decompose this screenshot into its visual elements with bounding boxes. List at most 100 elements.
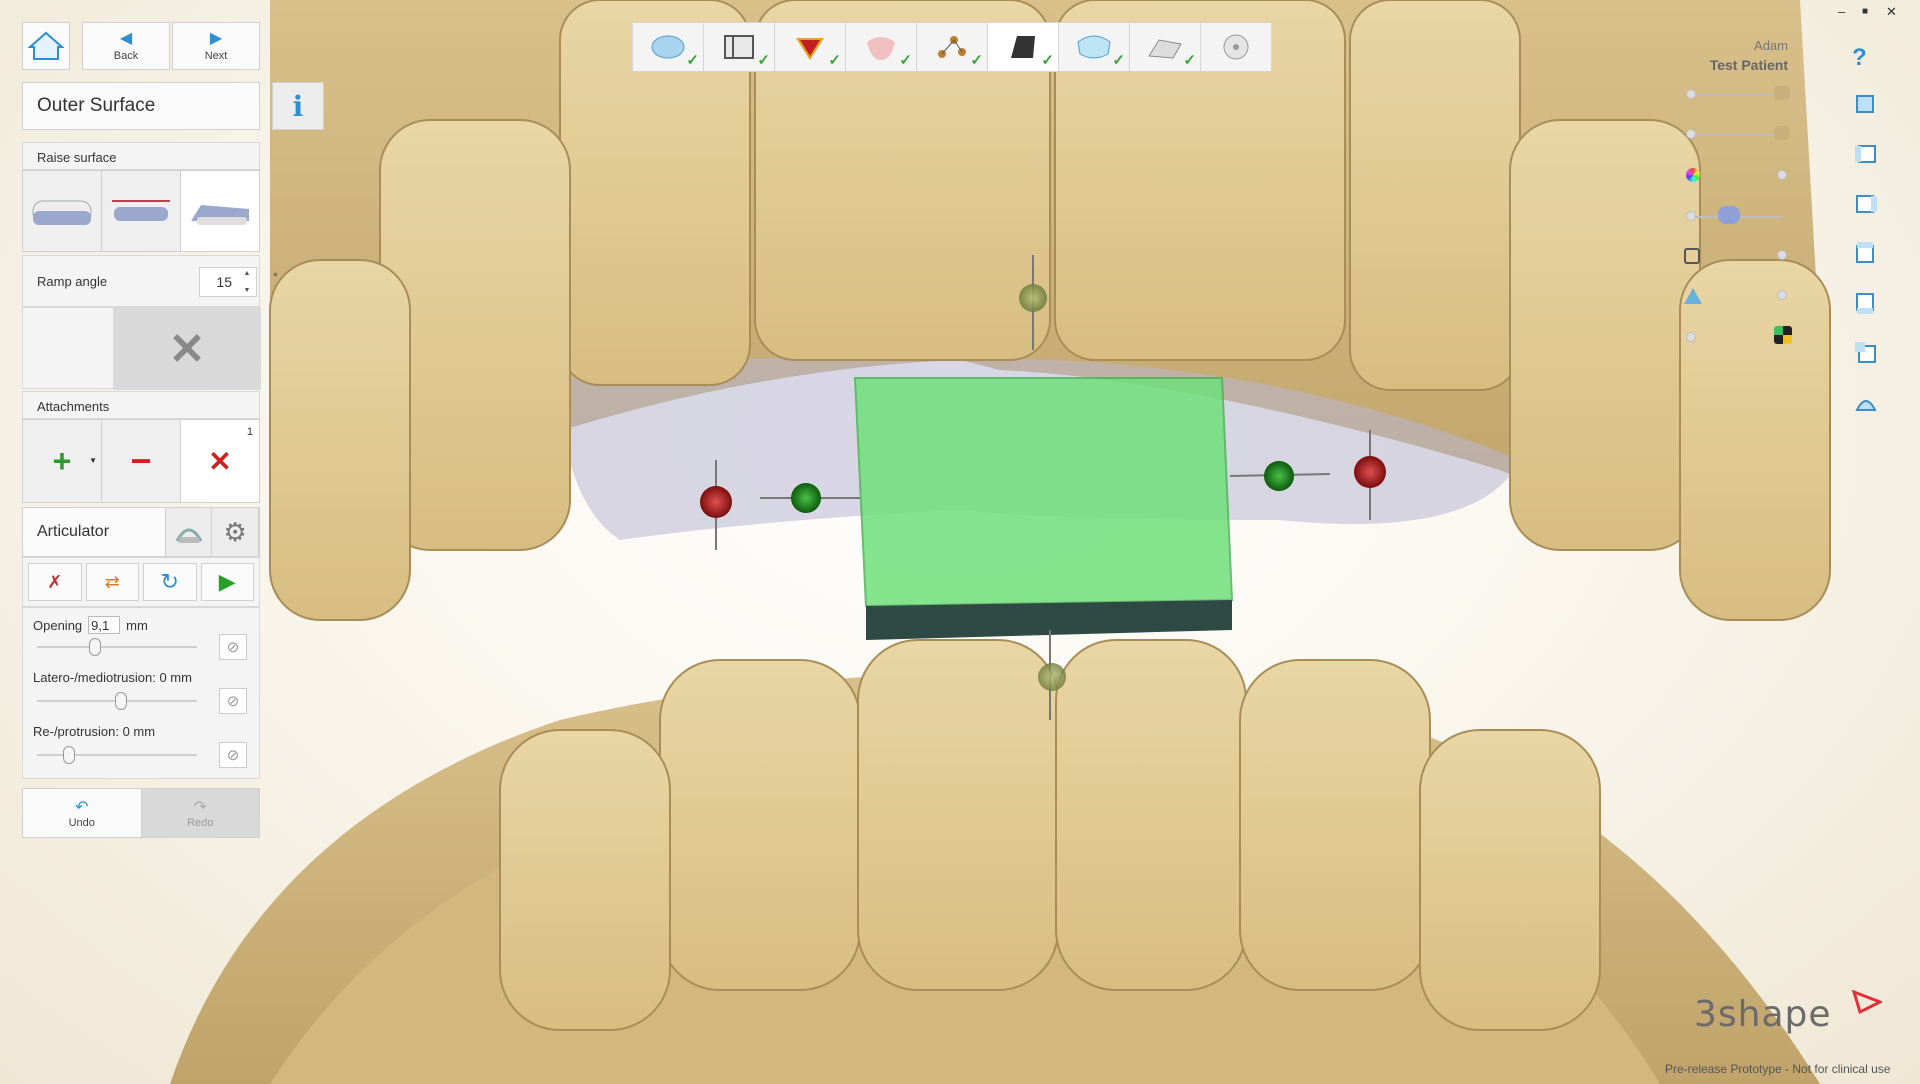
protrusion-slider-thumb[interactable] (63, 746, 75, 764)
protrusion-slider[interactable] (37, 754, 197, 756)
prerelease-note: Pre-release Prototype - Not for clinical… (1665, 1062, 1891, 1076)
view-right-icon (1856, 195, 1877, 213)
ramp-angle-value: 15 (216, 274, 232, 290)
ramp-angle-unit: ° (273, 270, 278, 284)
lower-visibility-slider[interactable] (1692, 134, 1782, 136)
maximize-button[interactable]: ■ (1862, 6, 1868, 17)
play-button[interactable]: ▶ (200, 563, 254, 601)
swap-jaws-button[interactable]: ⇄ (85, 563, 139, 601)
disc-icon (1223, 34, 1249, 60)
ramp-angle-stepper[interactable]: ▲ ▼ (240, 270, 254, 294)
patient-last-name: Test Patient (1709, 57, 1788, 73)
lower-visibility-thumb[interactable] (1686, 129, 1696, 139)
workflow-step-plane[interactable]: ✓ (1129, 22, 1201, 72)
workflow-step-save[interactable] (1200, 22, 1272, 72)
view-bottom-button[interactable] (1853, 290, 1879, 316)
plane-icon (1148, 39, 1182, 59)
check-icon: ✓ (1183, 52, 1196, 69)
outer-surface-visibility-thumb[interactable] (1718, 206, 1740, 224)
refresh-icon: ↻ (160, 569, 179, 594)
minimize-button[interactable]: – (1838, 4, 1845, 19)
latero-label: Latero-/mediotrusion: 0 mm (33, 670, 192, 685)
opening-row: Opening 9,1 mm (33, 616, 148, 634)
workflow-step-outer-surface[interactable]: ✓ (1058, 22, 1130, 72)
undo-redo-row: ↶ Undo ↷ Redo (22, 788, 260, 838)
scan-icon[interactable] (1684, 248, 1700, 264)
next-button[interactable]: ▶ Next (172, 22, 260, 70)
check-icon: ✓ (899, 52, 912, 69)
home-icon (28, 31, 64, 60)
plane-toggle[interactable] (1777, 290, 1787, 300)
raise-plane-button[interactable] (102, 171, 181, 251)
undo-button[interactable]: ↶ Undo (23, 789, 141, 837)
attachment-toggle[interactable] (1686, 332, 1696, 342)
block-icon (1011, 36, 1035, 58)
scan-toggle[interactable] (1777, 250, 1787, 260)
view-right-button[interactable] (1853, 190, 1879, 216)
latero-slider-thumb[interactable] (115, 692, 127, 710)
latero-reset-button[interactable]: ⊘ (219, 688, 247, 714)
brand-logo-icon (1852, 990, 1882, 1014)
articulator-label: Articulator (23, 508, 166, 556)
stepper-down-icon[interactable]: ▼ (244, 287, 251, 294)
lower-jaw-icon (1774, 126, 1790, 140)
upper-visibility-slider[interactable] (1692, 94, 1782, 96)
view-3d-icon (1855, 400, 1877, 411)
reset-articulation-icon: ✗ (47, 571, 63, 592)
next-label: Next (204, 49, 228, 62)
workflow-step-gingiva[interactable]: ✓ (845, 22, 917, 72)
view-left-button[interactable] (1853, 140, 1879, 166)
delete-raise-button[interactable]: ✕ (113, 308, 261, 390)
color-toggle[interactable] (1777, 170, 1787, 180)
upper-visibility-thumb[interactable] (1686, 89, 1696, 99)
raise-ramp-button[interactable] (181, 171, 259, 251)
outer-surface-icon (1077, 35, 1111, 59)
opening-lock-button[interactable]: ⊘ (219, 634, 247, 660)
color-icon[interactable] (1686, 168, 1700, 182)
3d-viewport[interactable] (0, 0, 1920, 1084)
attachment-color-icon[interactable] (1774, 326, 1792, 344)
view-back-button[interactable] (1853, 340, 1879, 366)
redo-label: Redo (187, 817, 214, 829)
workflow-step-color-map[interactable]: ✓ (774, 22, 846, 72)
view-front-button[interactable] (1853, 90, 1879, 116)
reset-articulation-button[interactable]: ✗ (28, 563, 82, 601)
view-3d-button[interactable] (1853, 390, 1879, 416)
home-button[interactable] (22, 22, 70, 70)
outer-surface-visibility-start[interactable] (1686, 211, 1696, 221)
help-button[interactable]: ? (1852, 44, 1867, 72)
stepper-up-icon[interactable]: ▲ (244, 270, 251, 277)
replay-button[interactable]: ↻ (143, 563, 197, 601)
page-title: Outer Surface (22, 82, 260, 130)
protrusion-reset-button[interactable]: ⊘ (219, 742, 247, 768)
dropdown-arrow-icon[interactable]: ▼ (89, 456, 97, 465)
raise-full-button[interactable] (23, 171, 102, 251)
raise-full-icon (32, 200, 92, 225)
remove-attachment-button[interactable]: − (102, 420, 181, 502)
plane-toggle-icon[interactable] (1684, 288, 1702, 304)
opening-slider-thumb[interactable] (89, 638, 101, 656)
dental-model (170, 0, 1831, 1084)
opening-input[interactable]: 9,1 (88, 616, 121, 634)
back-button[interactable]: ◀ Back (82, 22, 170, 70)
ramp-angle-input[interactable]: 15 ▲ ▼ (199, 267, 257, 297)
add-attachment-button[interactable]: + ▼ (23, 420, 102, 502)
info-button[interactable]: i (272, 82, 324, 130)
play-icon: ▶ (218, 569, 236, 594)
opening-slider[interactable] (37, 646, 197, 648)
articulator-button[interactable] (165, 508, 213, 556)
articulator-settings-button[interactable]: ⚙ (212, 508, 259, 556)
workflow-step-points[interactable]: ✓ (916, 22, 988, 72)
workflow-step-block[interactable]: ✓ (987, 22, 1059, 72)
clear-attachments-button[interactable]: ✕ 1 (181, 420, 259, 502)
view-top-button[interactable] (1853, 240, 1879, 266)
raise-plane-icon (112, 200, 170, 221)
workflow-step-model[interactable]: ✓ (632, 22, 704, 72)
redo-button[interactable]: ↷ Redo (140, 789, 259, 837)
articulator-icon (175, 528, 202, 543)
opening-unit: mm (126, 618, 148, 633)
workflow-step-bite[interactable]: ✓ (703, 22, 775, 72)
close-button[interactable]: ✕ (1886, 4, 1897, 20)
view-back-icon (1855, 342, 1876, 363)
articulator-sliders: Opening 9,1 mm ⊘ Latero-/mediotrusion: 0 m… (22, 607, 260, 779)
